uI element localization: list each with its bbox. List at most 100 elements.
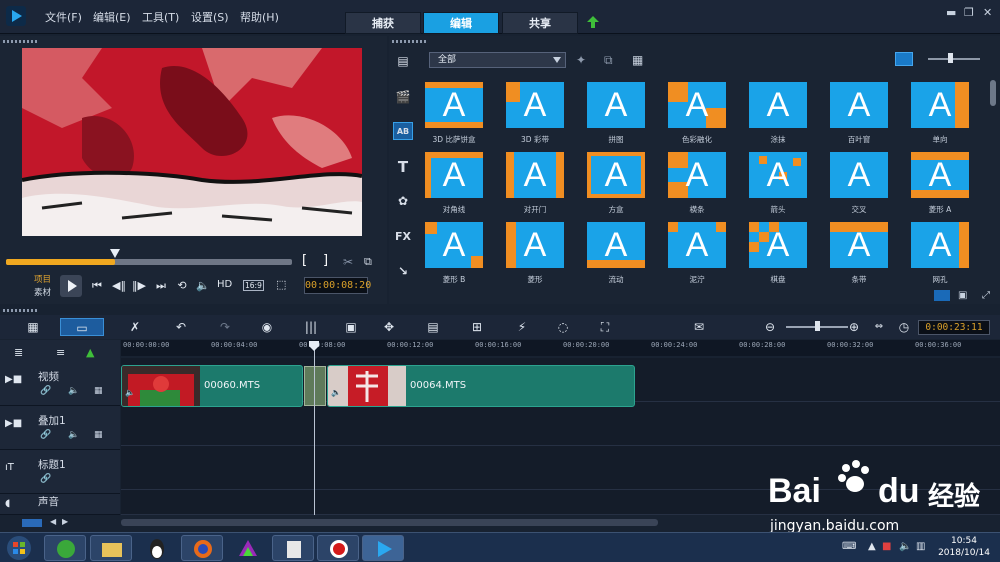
scissors-icon[interactable]: ✂: [343, 255, 353, 269]
transition-thumb[interactable]: A 涂抹: [746, 80, 810, 144]
link-icon[interactable]: 🔗: [40, 474, 51, 484]
undo-icon[interactable]: ↶: [172, 318, 190, 336]
hd-toggle[interactable]: HD: [217, 279, 232, 290]
scroll-left-icon[interactable]: ◀: [50, 517, 56, 526]
tab-capture[interactable]: 捕获: [345, 12, 421, 34]
menu-edit[interactable]: 编辑(E): [93, 9, 131, 25]
transition-thumb[interactable]: A 色彩融化: [665, 80, 729, 144]
transition-thumb[interactable]: A 方盒: [584, 150, 648, 214]
transition-thumb[interactable]: A 流动: [584, 220, 648, 284]
motion-path-icon[interactable]: ↘: [393, 262, 413, 280]
transition-thumb[interactable]: A 百叶窗: [827, 80, 891, 144]
tools-icon[interactable]: ✗: [126, 318, 144, 336]
transition-thumb[interactable]: A 菱形 A: [908, 150, 972, 214]
clip-mode-label[interactable]: 素材: [34, 286, 51, 298]
taskbar-app-firefox[interactable]: [181, 535, 223, 561]
gallery-view-list-icon[interactable]: [934, 290, 950, 301]
subtitle-editor-icon[interactable]: ▤: [424, 318, 442, 336]
timeline-view-icon[interactable]: ▭: [60, 318, 104, 336]
transition-thumb[interactable]: A 横条: [665, 150, 729, 214]
overlay-track[interactable]: [121, 402, 1000, 446]
gallery-options-icon[interactable]: ⤢: [982, 290, 990, 301]
instant-project-icon[interactable]: 🎬: [393, 88, 413, 106]
aspect-ratio-button[interactable]: 16:9: [243, 280, 264, 291]
tab-share[interactable]: 共享: [502, 12, 578, 34]
video-track[interactable]: 🔈 00060.MTS 🔈 00064.MTS: [121, 358, 1000, 407]
transition-thumb[interactable]: A 菱形: [503, 220, 567, 284]
mark-out-icon[interactable]: ]: [323, 253, 328, 268]
timeline-zoom-knob[interactable]: [815, 321, 820, 331]
scrub-handle-icon[interactable]: [109, 249, 120, 259]
link-icon[interactable]: 🔗: [40, 386, 51, 396]
transition-thumb[interactable]: A 条带: [827, 220, 891, 284]
transition-thumb[interactable]: A 棋盘: [746, 220, 810, 284]
track-header-title[interactable]: ıT 标题1 🔗: [0, 450, 120, 494]
gallery-scrollbar[interactable]: [990, 80, 996, 106]
transition-thumb[interactable]: A 网孔: [908, 220, 972, 284]
play-button[interactable]: [60, 275, 82, 297]
minimize-icon[interactable]: ▬: [946, 6, 956, 19]
graphics-icon[interactable]: ✿: [393, 192, 413, 210]
video-clip[interactable]: 🔈 00064.MTS: [327, 365, 635, 407]
repeat-icon[interactable]: ⟲: [175, 279, 189, 293]
menu-help[interactable]: 帮助(H): [240, 9, 279, 25]
enlarge-icon[interactable]: ⧉: [364, 255, 372, 269]
transition-thumb[interactable]: A 对开门: [503, 150, 567, 214]
taskbar-app-video-editor[interactable]: [362, 535, 404, 561]
track-volume-icon[interactable]: 🔈: [68, 430, 79, 440]
transition-thumb[interactable]: A 菱形 B: [422, 220, 486, 284]
ripple-icon[interactable]: ▦: [94, 386, 103, 396]
apply-random-icon[interactable]: ⧉: [604, 53, 613, 68]
mask-creator-icon[interactable]: ◌: [554, 318, 572, 336]
project-duration-timecode[interactable]: 0:00:23:11: [918, 320, 990, 335]
menu-tools[interactable]: 工具(T): [142, 9, 179, 25]
go-to-start-icon[interactable]: ⏮: [90, 279, 104, 293]
panel-grip[interactable]: [392, 40, 426, 43]
storyboard-view-icon[interactable]: ▦: [22, 318, 44, 336]
apply-current-icon[interactable]: ▦: [632, 53, 643, 67]
transition-icon[interactable]: AB: [393, 122, 413, 140]
video-clip[interactable]: 🔈 00060.MTS: [121, 365, 303, 407]
transition-clip[interactable]: [304, 366, 326, 406]
track-manager-icon[interactable]: ≣: [14, 346, 23, 359]
scroll-right-icon[interactable]: ▶: [62, 517, 68, 526]
upload-arrow-icon[interactable]: [586, 15, 600, 29]
restore-icon[interactable]: ❐: [964, 6, 974, 19]
transition-thumb[interactable]: A 3D 彩带: [503, 80, 567, 144]
gallery-filter-dropdown[interactable]: 全部: [429, 52, 566, 68]
playhead-icon[interactable]: [309, 341, 319, 351]
volume-icon[interactable]: 🔈: [196, 279, 210, 293]
tray-network-icon[interactable]: ▥: [916, 541, 925, 552]
motion-tracking-icon[interactable]: ✥: [380, 318, 398, 336]
go-to-end-icon[interactable]: ⏭: [154, 279, 168, 293]
player-timecode[interactable]: 00:00:08:20: [304, 277, 371, 294]
taskbar-app-editor[interactable]: [226, 535, 268, 561]
transition-thumb[interactable]: A 泥泞: [665, 220, 729, 284]
transition-thumb[interactable]: A 交叉: [827, 150, 891, 214]
ripple-icon[interactable]: ▦: [94, 430, 103, 440]
menu-file[interactable]: 文件(F): [45, 9, 82, 25]
time-remap-icon[interactable]: ⚡: [513, 318, 531, 336]
menu-settings[interactable]: 设置(S): [191, 9, 229, 25]
taskbar-app-explorer[interactable]: [90, 535, 132, 561]
timeline-scrollbar[interactable]: [121, 519, 658, 526]
zoom-in-icon[interactable]: ⊕: [846, 318, 862, 336]
close-icon[interactable]: ✕: [983, 6, 992, 19]
ripple-edit-icon[interactable]: ▲: [86, 346, 94, 359]
record-capture-icon[interactable]: ◉: [258, 318, 276, 336]
thumbnail-size-knob[interactable]: [948, 53, 953, 63]
media-icon[interactable]: ▤: [393, 52, 413, 70]
gallery-view-grid-icon[interactable]: ▣: [958, 290, 967, 301]
tab-edit[interactable]: 编辑: [423, 12, 499, 34]
project-mode-label[interactable]: 项目: [34, 273, 51, 285]
mark-in-icon[interactable]: [: [302, 253, 307, 268]
taskbar-app-document[interactable]: [272, 535, 314, 561]
link-icon[interactable]: 🔗: [40, 430, 51, 440]
thumbnail-size-slider[interactable]: [928, 58, 980, 60]
smart-proxy-icon[interactable]: ✉: [690, 318, 708, 336]
multi-camera-icon[interactable]: ⊞: [468, 318, 486, 336]
previous-frame-icon[interactable]: ◀‖: [112, 279, 126, 293]
taskbar-app-qq[interactable]: [135, 535, 177, 561]
add-favorite-icon[interactable]: ✦: [576, 53, 586, 67]
panel-grip[interactable]: [3, 40, 37, 43]
